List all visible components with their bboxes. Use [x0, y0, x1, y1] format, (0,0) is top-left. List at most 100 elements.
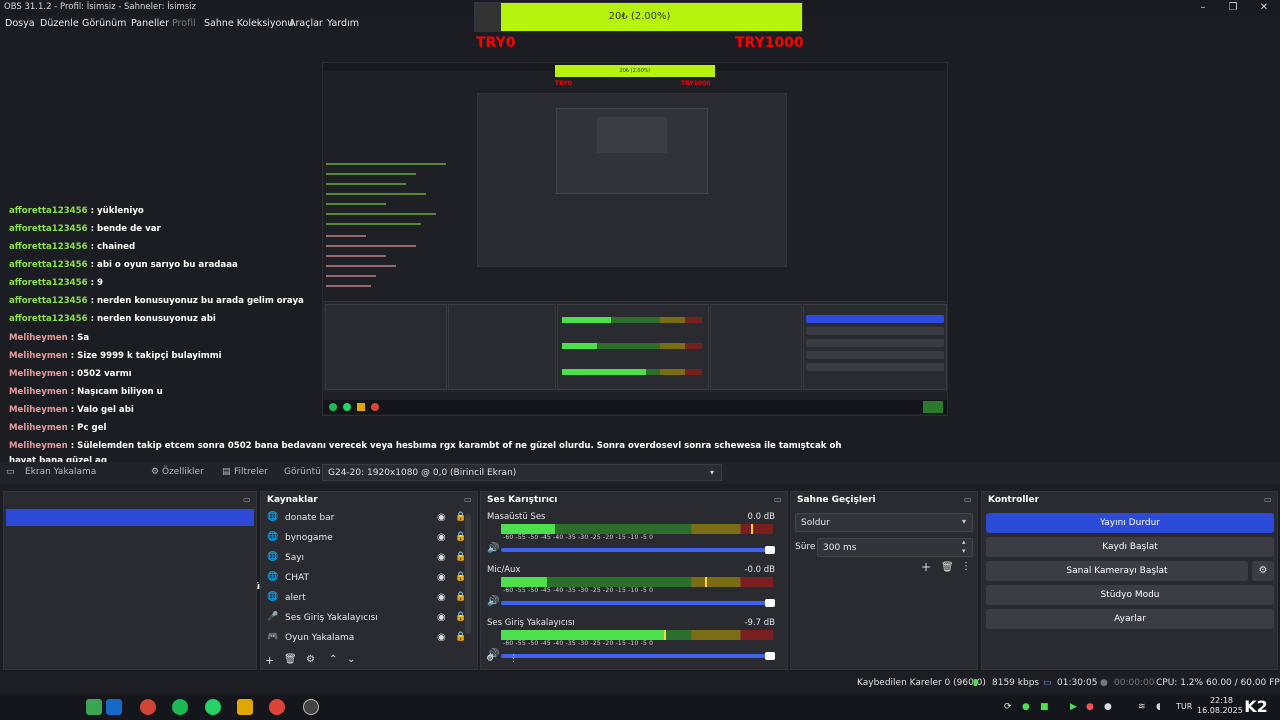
tray-icon[interactable]: ●	[1022, 702, 1030, 712]
menu-profil[interactable]: Profil	[172, 18, 196, 29]
move-up-icon[interactable]: ⌃	[329, 654, 337, 665]
status-bar: Kaybedilen Kareler 0 (960.0) ▮ 8159 kbps…	[0, 672, 1280, 694]
chat-username: Meliheymen	[9, 351, 68, 361]
tray-icon[interactable]: ●	[1086, 702, 1094, 712]
source-row[interactable]: 🎮 Oyun Yakalama ◉ 🔒	[267, 630, 467, 648]
file-explorer-icon[interactable]	[237, 699, 253, 715]
menu-gorunum[interactable]: Görünüm	[82, 18, 126, 29]
scene-selected-row[interactable]	[6, 509, 254, 526]
gear-icon[interactable]: ⚙	[306, 654, 315, 665]
trash-icon[interactable]: 🗑	[941, 562, 954, 573]
add-transition-icon[interactable]: +	[921, 560, 931, 574]
window-title: OBS 31.1.2 - Profil: İsimsiz - Sahneler:…	[4, 2, 196, 12]
studio-mode-button[interactable]: Stüdyo Modu	[986, 585, 1274, 605]
source-row[interactable]: 🌐 donate bar ◉ 🔒	[267, 510, 467, 528]
chat-line: Meliheymen : Size 9999 k takipçi bulayim…	[9, 351, 222, 361]
minimize-button[interactable]: –	[1188, 0, 1218, 16]
volume-slider-knob[interactable]	[765, 652, 775, 660]
eye-icon[interactable]: ◉	[437, 632, 446, 643]
more-icon[interactable]: ⋮	[961, 561, 971, 572]
stepper-up-icon[interactable]: ▴	[962, 538, 966, 546]
eye-icon[interactable]: ◉	[437, 612, 446, 623]
dock-float-icon[interactable]: ▭	[774, 495, 782, 504]
keyboard-language[interactable]: TUR	[1176, 702, 1192, 711]
whatsapp-icon[interactable]	[205, 699, 221, 715]
trash-icon[interactable]: 🗑	[284, 654, 297, 665]
volume-slider-knob[interactable]	[765, 599, 775, 607]
menu-paneller[interactable]: Paneller	[131, 18, 169, 29]
source-row[interactable]: 🌐 CHAT ◉ 🔒	[267, 570, 467, 588]
volume-slider-knob[interactable]	[765, 546, 775, 554]
properties-button[interactable]: Özellikler	[162, 467, 204, 477]
wifi-icon[interactable]: ≋	[1138, 702, 1146, 712]
source-row[interactable]: 🌐 bynogame ◉ 🔒	[267, 530, 467, 548]
volume-slider[interactable]	[501, 601, 773, 605]
display-select[interactable]: G24-20: 1920x1080 @ 0,0 (Birincil Ekran)…	[322, 464, 722, 481]
eye-icon[interactable]: ◉	[437, 592, 446, 603]
chrome-icon[interactable]	[269, 699, 285, 715]
spotify-icon[interactable]	[172, 699, 188, 715]
eye-icon[interactable]: ◉	[437, 552, 446, 563]
stepper-down-icon[interactable]: ▾	[962, 547, 966, 555]
channel-db: -9.7 dB	[744, 618, 775, 628]
advanced-audio-icon[interactable]: ⚙	[486, 654, 494, 664]
volume-slider[interactable]	[501, 548, 773, 552]
clock-time: 22:18	[1209, 696, 1233, 705]
eye-icon[interactable]: ◉	[437, 572, 446, 583]
sources-list: 🌐 donate bar ◉ 🔒 🌐 bynogame ◉ 🔒 🌐 Sayı ◉ 🔒 🌐 CHAT ◉ 🔒 🌐 a…	[261, 510, 471, 650]
eye-icon[interactable]: ◉	[437, 512, 446, 523]
speaker-icon[interactable]: 🔊	[487, 543, 499, 554]
virtual-camera-settings-icon[interactable]: ⚙	[1252, 561, 1274, 581]
source-row[interactable]: 🌐 alert ◉ 🔒	[267, 590, 467, 608]
menu-sahne-koleksiyonu[interactable]: Sahne Koleksiyonu	[204, 18, 293, 29]
dock-float-icon[interactable]: ▭	[1264, 495, 1272, 504]
dock-float-icon[interactable]: ▭	[243, 495, 251, 504]
speaker-icon[interactable]: ◖	[1156, 702, 1161, 712]
filters-button[interactable]: Filtreler	[234, 467, 268, 477]
transition-type-select[interactable]: Soldur ▾	[795, 513, 973, 532]
lock-icon[interactable]: 🔒	[455, 632, 466, 642]
settings-button[interactable]: Ayarlar	[986, 609, 1274, 629]
start-virtual-camera-button[interactable]: Sanal Kamerayı Başlat	[986, 561, 1248, 581]
maximize-button[interactable]: ❐	[1218, 0, 1248, 16]
sources-scrollbar[interactable]	[465, 514, 471, 634]
menu-yardim[interactable]: Yardım	[327, 18, 359, 29]
outlook-icon[interactable]	[106, 699, 122, 715]
nested-chat	[326, 163, 466, 293]
stop-stream-button[interactable]: Yayını Durdur	[986, 513, 1274, 533]
clock[interactable]: 22:18 16.08.2025	[1197, 696, 1243, 716]
app-icon[interactable]	[140, 699, 156, 715]
start-recording-button[interactable]: Kaydı Başlat	[986, 537, 1274, 557]
source-name: CHAT	[285, 573, 310, 583]
tray-icon[interactable]: ■	[1040, 702, 1049, 712]
move-down-icon[interactable]: ⌄	[347, 654, 355, 665]
sources-dock: Kaynaklar ▭ 🌐 donate bar ◉ 🔒 🌐 bynogame ◉ 🔒 🌐 Say…	[260, 491, 478, 670]
menu-dosya[interactable]: Dosya	[5, 18, 35, 29]
controls-dock: Kontroller ▭ Yayını Durdur Kaydı Başlat …	[981, 491, 1278, 670]
chat-line: afforetta123456 : abi o oyun sarıyo bu a…	[9, 260, 238, 270]
chat-line: afforetta123456 : nerden konusuyonuz abi	[9, 314, 216, 324]
speaker-icon[interactable]: 🔊	[487, 596, 499, 607]
tray-icon[interactable]: ⟳	[1004, 702, 1012, 712]
eye-icon[interactable]: ◉	[437, 532, 446, 543]
dock-float-icon[interactable]: ▭	[464, 495, 472, 504]
menu-araclar[interactable]: Araçlar	[289, 18, 323, 29]
source-row[interactable]: 🎤 Ses Giriş Yakalayıcısı ◉ 🔒	[267, 610, 467, 628]
more-icon[interactable]: ⋮	[509, 654, 518, 664]
source-row[interactable]: 🌐 Sayı ◉ 🔒	[267, 550, 467, 568]
add-source-icon[interactable]: +	[265, 654, 274, 667]
volume-slider[interactable]	[501, 654, 773, 658]
obs-icon[interactable]	[303, 699, 319, 715]
dock-float-icon[interactable]: ▭	[964, 495, 972, 504]
close-button[interactable]: ✕	[1249, 0, 1279, 16]
mic-icon[interactable]: ●	[1104, 702, 1112, 712]
chat-message: : abi o oyun sarıyo bu aradaaa	[87, 260, 238, 270]
duration-input[interactable]: 300 ms ▴ ▾	[817, 538, 973, 557]
stream-time: 01:30:05	[1057, 678, 1098, 688]
duration-label: Süre	[795, 542, 816, 552]
menu-duzenle[interactable]: Düzenle	[40, 18, 79, 29]
preview-canvas[interactable]: 20₺ (2.00%) TRY0 TRY1000	[322, 62, 948, 416]
tray-icon[interactable]: ▶	[1070, 702, 1077, 712]
app-icon[interactable]	[86, 699, 102, 715]
goal-max-label: TRY1000	[735, 35, 804, 51]
